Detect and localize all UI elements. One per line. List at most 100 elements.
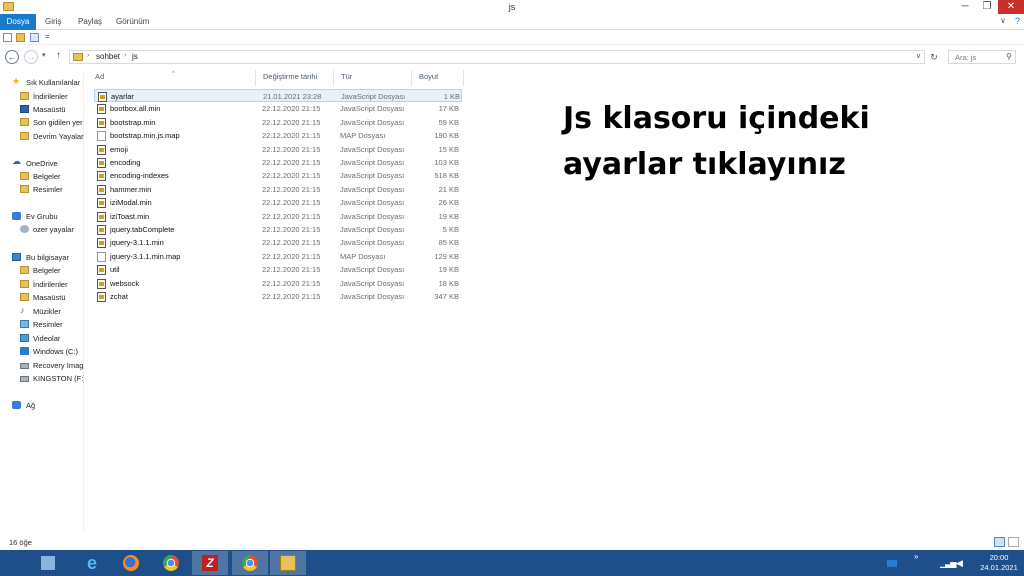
file-row[interactable]: bootstrap.min.js.map 22.12.2020 21:15 MAP …	[94, 129, 462, 142]
search-input[interactable]: Ara: js ⚲	[948, 50, 1016, 64]
sidebar-item-onedrive[interactable]: ☁ OneDrive	[0, 158, 84, 170]
column-header-type[interactable]: Tür	[334, 70, 412, 86]
file-date: 22.12.2020 21:15	[262, 225, 321, 234]
sidebar-item-pc-pictures[interactable]: Resimler	[0, 319, 84, 331]
js-file-icon	[97, 211, 106, 222]
tab-gorunum[interactable]: Görünüm	[116, 14, 149, 30]
close-button[interactable]: ✕	[998, 0, 1024, 14]
sidebar-item-onedrive-pictures[interactable]: Resimler	[0, 184, 84, 196]
sidebar-item-drive-c[interactable]: Windows (C:)	[0, 346, 84, 358]
large-icons-view-icon[interactable]	[1008, 537, 1019, 547]
taskbar-firefox[interactable]	[113, 551, 149, 575]
file-row[interactable]: encoding-indexes 22.12.2020 21:15 JavaScri…	[94, 169, 462, 182]
instruction-annotation: Js klasoru içindeki ayarlar tıklayınız	[563, 96, 1003, 188]
action-center-icon[interactable]	[887, 560, 897, 567]
help-icon[interactable]: ?	[1015, 16, 1020, 26]
column-header-size[interactable]: Boyut	[412, 70, 464, 86]
sidebar-item-onedrive-documents[interactable]: Belgeler	[0, 171, 84, 183]
breadcrumb-separator[interactable]: ›	[124, 52, 126, 59]
properties-icon[interactable]	[3, 33, 12, 42]
taskbar-chrome-window[interactable]	[232, 551, 268, 575]
file-date: 21.01.2021 23:28	[263, 92, 322, 101]
sidebar-item-homegroup[interactable]: Ev Grubu	[0, 211, 84, 223]
maximize-button[interactable]: ❐	[976, 0, 998, 14]
refresh-button[interactable]: ↻	[928, 51, 940, 63]
file-type: JavaScript Dosyası	[340, 171, 405, 181]
file-row[interactable]: iziModal.min 22.12.2020 21:15 JavaScript D…	[94, 196, 462, 209]
file-row[interactable]: jquery-3.1.1.min.map 22.12.2020 21:15 MAP …	[94, 250, 462, 263]
tab-dosya[interactable]: Dosya	[0, 14, 36, 30]
internet-explorer-icon: e	[86, 553, 97, 573]
file-row[interactable]: ayarlar 21.01.2021 23:28 JavaScript Dosyas…	[94, 89, 462, 103]
file-size: 19 KB	[438, 265, 459, 275]
sidebar-item-this-pc[interactable]: Bu bilgisayar	[0, 252, 84, 264]
taskbar-network-app[interactable]	[30, 551, 66, 575]
tab-giris[interactable]: Giriş	[45, 14, 61, 30]
customize-toolbar-icon[interactable]: =	[45, 32, 54, 41]
file-date: 22.12.2020 21:15	[262, 144, 321, 154]
new-folder-icon[interactable]	[16, 33, 25, 42]
sidebar-item-pc-videos[interactable]: Videolar	[0, 333, 84, 345]
network-signal-icon[interactable]: ▁▃▅	[940, 559, 957, 568]
sidebar-item-favorites[interactable]: ★ Sık Kullanılanlar	[0, 77, 84, 89]
sidebar-item-recent-places[interactable]: Son gidilen yer	[0, 117, 84, 129]
file-row[interactable]: websock 22.12.2020 21:15 JavaScript Dosyas…	[94, 277, 462, 290]
file-row[interactable]: util 22.12.2020 21:15 JavaScript Dosyası 19…	[94, 263, 462, 276]
sidebar-item-pc-downloads[interactable]: İndirilenler	[0, 279, 84, 291]
recent-locations-icon[interactable]: ▾	[42, 51, 46, 59]
js-file-icon	[97, 171, 106, 182]
file-row[interactable]: encoding 22.12.2020 21:15 JavaScript Dosya…	[94, 156, 462, 169]
breadcrumb-sohbet[interactable]: sohbet	[96, 52, 120, 61]
sidebar-item-kingston[interactable]: KINGSTON (F:)	[0, 373, 84, 385]
file-size: 19 KB	[438, 211, 459, 221]
rename-icon[interactable]	[30, 33, 39, 42]
tab-paylas[interactable]: Paylaş	[78, 14, 102, 30]
taskbar-filezilla[interactable]: Z	[192, 551, 228, 575]
file-row[interactable]: hammer.min 22.12.2020 21:15 JavaScript Dos…	[94, 183, 462, 196]
address-history-icon[interactable]: ∨	[916, 52, 921, 60]
file-row[interactable]: iziToast.min 22.12.2020 21:15 JavaScript D…	[94, 210, 462, 223]
network-app-icon	[40, 555, 56, 571]
sidebar-item-label: Sık Kullanılanlar	[26, 78, 81, 87]
back-button[interactable]: ←	[5, 50, 19, 64]
file-row[interactable]: jquery.tabComplete 22.12.2020 21:15 JavaSc…	[94, 223, 462, 236]
sidebar-item-homegroup-user[interactable]: ozer yayalar	[0, 224, 84, 236]
taskbar-chrome[interactable]	[153, 551, 189, 575]
sidebar-item-label: İndirilenler	[33, 280, 68, 289]
sidebar-item-label: Resimler	[33, 320, 63, 329]
sidebar-item-desktop[interactable]: Masaüstü	[0, 104, 84, 116]
volume-icon[interactable]: ◀	[956, 558, 963, 569]
file-row[interactable]: zchat 22.12.2020 21:15 JavaScript Dosyası 3…	[94, 290, 462, 303]
file-row[interactable]: bootbox.all.min 22.12.2020 21:15 JavaScrip…	[94, 102, 462, 115]
clock[interactable]: 20:00 24.01.2021	[980, 553, 1018, 573]
address-bar[interactable]: › sohbet › js ∨	[69, 50, 925, 64]
sidebar-item-downloads[interactable]: İndirilenler	[0, 91, 84, 103]
breadcrumb-separator[interactable]: ›	[87, 52, 89, 59]
file-row[interactable]: bootstrap.min 22.12.2020 21:15 JavaScript …	[94, 116, 462, 129]
sidebar-item-pc-desktop[interactable]: Masaüstü	[0, 292, 84, 304]
up-button[interactable]: ↑	[56, 50, 61, 61]
file-row[interactable]: emoji 22.12.2020 21:15 JavaScript Dosyası 1…	[94, 143, 462, 156]
sidebar-item-pc-music[interactable]: ♪ Müzikler	[0, 306, 84, 318]
column-header-name[interactable]: Ad ^	[88, 70, 256, 86]
forward-button[interactable]: →	[24, 50, 38, 64]
taskbar-file-explorer[interactable]	[270, 551, 306, 575]
sidebar-item-pc-documents[interactable]: Belgeler	[0, 265, 84, 277]
breadcrumb-js[interactable]: js	[132, 52, 138, 61]
show-hidden-icons[interactable]: »	[914, 552, 918, 561]
sidebar-item-devrim-yayalar[interactable]: Devrim Yayalar	[0, 131, 84, 143]
sidebar-item-network[interactable]: Ağ	[0, 400, 84, 412]
file-row[interactable]: jquery-3.1.1.min 22.12.2020 21:15 JavaScri…	[94, 236, 462, 249]
ribbon-expand-icon[interactable]: ∨	[1000, 16, 1006, 25]
file-name: bootstrap.min	[110, 117, 156, 127]
homegroup-icon	[12, 212, 21, 220]
desktop-icon	[20, 105, 29, 113]
sidebar-item-recovery[interactable]: Recovery Imag	[0, 360, 84, 372]
documents-folder-icon	[20, 266, 29, 274]
file-type: JavaScript Dosyası	[340, 198, 405, 208]
minimize-button[interactable]: ─	[954, 0, 976, 14]
details-view-icon[interactable]	[994, 537, 1005, 547]
taskbar-internet-explorer[interactable]: e	[74, 551, 110, 575]
column-header-date[interactable]: Değiştirme tarihi	[256, 70, 334, 86]
js-file-icon	[97, 198, 106, 209]
